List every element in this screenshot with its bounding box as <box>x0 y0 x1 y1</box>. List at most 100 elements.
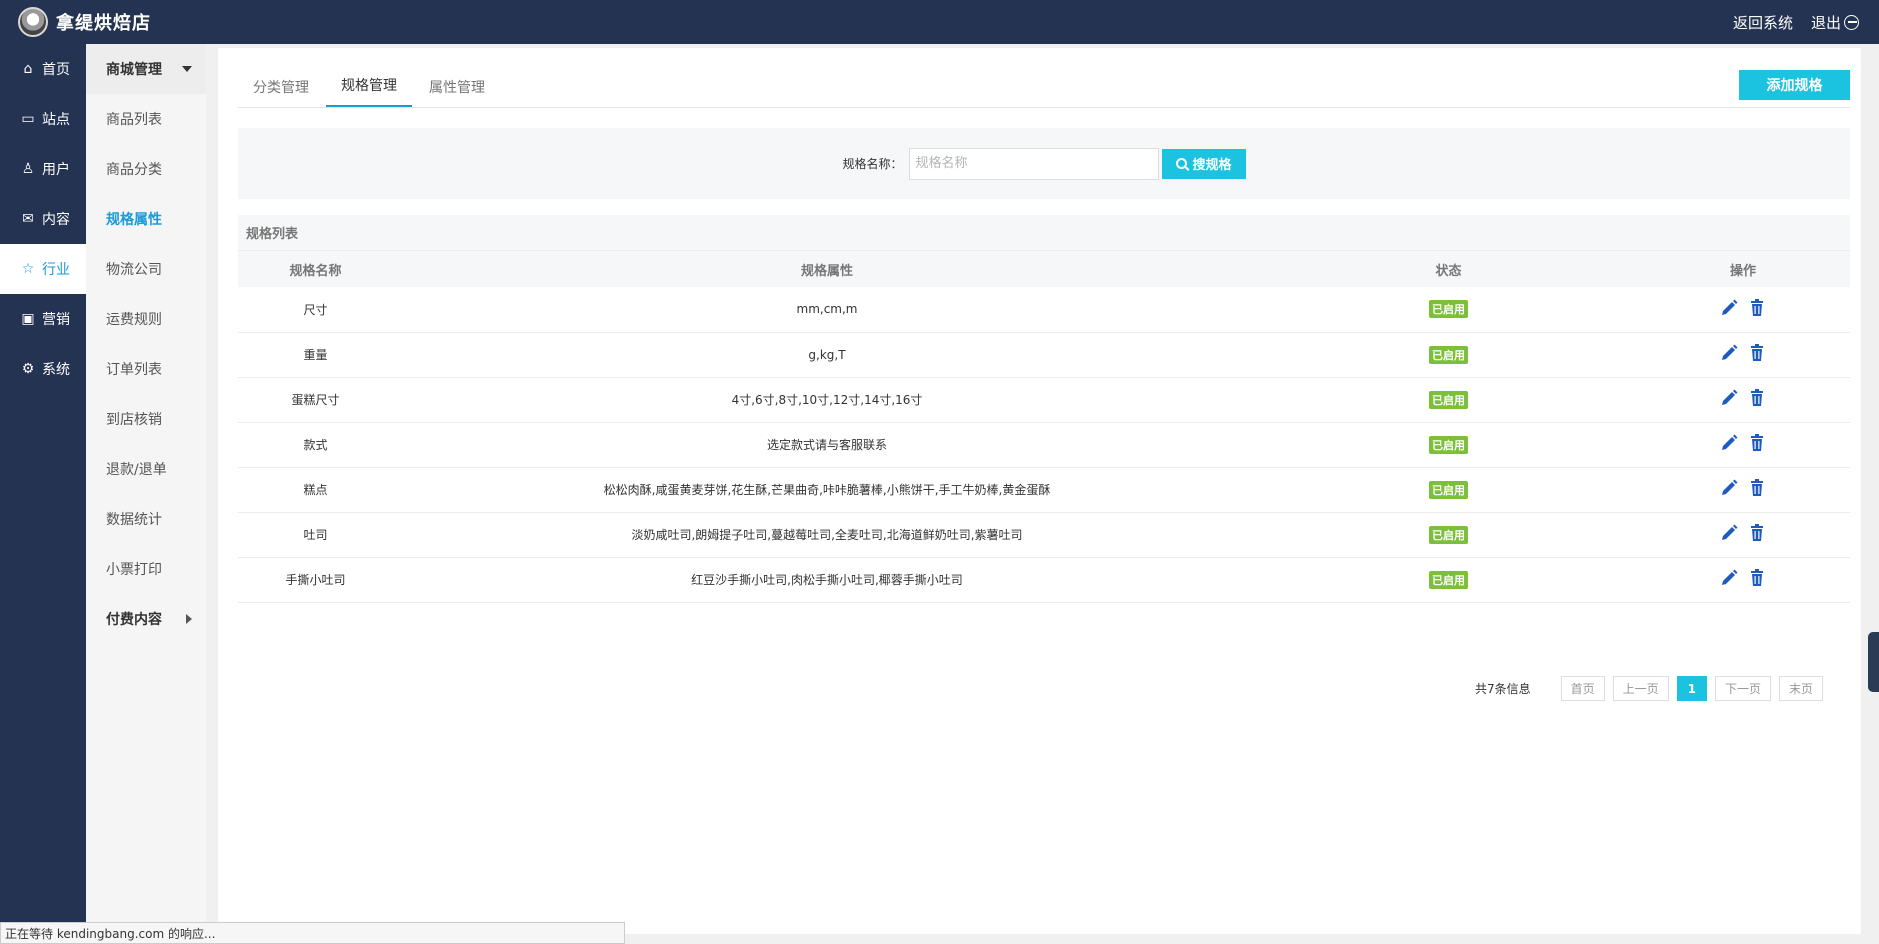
delete-trash-icon[interactable] <box>1747 343 1767 363</box>
tab[interactable]: 属性管理 <box>414 77 500 107</box>
add-spec-button[interactable]: 添加规格 <box>1739 70 1850 100</box>
spec-name-cell: 款式 <box>303 438 328 452</box>
edit-pencil-icon[interactable] <box>1719 388 1739 408</box>
search-button-label: 搜规格 <box>1192 158 1232 173</box>
status-badge: 已启用 <box>1429 435 1468 454</box>
actions-cell <box>1636 332 1850 377</box>
edit-pencil-icon[interactable] <box>1719 523 1739 543</box>
wallet-icon: ▣ <box>21 311 35 327</box>
chevron-down-icon <box>182 66 192 72</box>
status-cell: 已启用 <box>1261 332 1636 377</box>
sub-nav: 商城管理商品列表 商品分类 规格属性 物流公司 运费规则 订单列表 到店核销 退款/退单 数据统… <box>86 44 206 944</box>
status-cell: 已启用 <box>1261 512 1636 557</box>
delete-trash-icon[interactable] <box>1747 388 1767 408</box>
main-nav-item[interactable]: ▭ 站点 <box>0 94 86 144</box>
logout-button[interactable]: 退出 <box>1811 12 1859 33</box>
tab-bar: 分类管理 规格管理 属性管理 <box>238 66 1850 108</box>
subnav-item[interactable]: 退款/退单 <box>86 444 206 494</box>
tab[interactable]: 分类管理 <box>238 77 324 107</box>
current-page-button[interactable]: 1 <box>1676 676 1708 701</box>
subnav-item[interactable]: 数据统计 <box>86 494 206 544</box>
subnav-item[interactable]: 物流公司 <box>86 244 206 294</box>
main-nav-label: 首页 <box>42 62 70 78</box>
main-nav-item[interactable]: ♙ 用户 <box>0 144 86 194</box>
search-panel: 规格名称： 搜规格 <box>238 128 1850 199</box>
search-label: 规格名称： <box>842 157 903 171</box>
table-row: 手撕小吐司 红豆沙手撕小吐司,肉松手撕小吐司,椰蓉手撕小吐司 已启用 <box>238 557 1850 602</box>
delete-trash-icon[interactable] <box>1747 478 1767 498</box>
status-cell: 已启用 <box>1261 377 1636 422</box>
first-page-button[interactable]: 首页 <box>1560 676 1605 701</box>
table-body: 尺寸 mm,cm,m 已启用 重量 g,kg,T 已启用 蛋糕尺寸 4寸,6寸,8寸,10寸,… <box>238 287 1850 602</box>
spec-attrs-cell: 红豆沙手撕小吐司,肉松手撕小吐司,椰蓉手撕小吐司 <box>691 573 963 587</box>
main-nav-label: 用户 <box>42 162 70 178</box>
pagination: 共7条信息 首页 上一页 1 下一页 末页 <box>1475 676 1824 701</box>
main-nav-item[interactable]: ▣ 营销 <box>0 294 86 344</box>
table-row: 款式 选定款式请与客服联系 已启用 <box>238 422 1850 467</box>
spec-attrs-cell: 淡奶咸吐司,朗姆提子吐司,蔓越莓吐司,全麦吐司,北海道鲜奶吐司,紫薯吐司 <box>631 528 1023 542</box>
subnav-item[interactable]: 规格属性 <box>86 194 206 244</box>
pagination-info: 共7条信息 <box>1475 682 1531 696</box>
spec-attrs-cell: 4寸,6寸,8寸,10寸,12寸,14寸,16寸 <box>731 393 923 407</box>
subnav-item[interactable]: 商品分类 <box>86 144 206 194</box>
main-nav-item[interactable]: ☆ 行业 <box>0 244 86 294</box>
status-badge: 已启用 <box>1429 345 1468 364</box>
spec-name-cell: 重量 <box>303 348 328 362</box>
table-row: 重量 g,kg,T 已启用 <box>238 332 1850 377</box>
subnav-item[interactable]: 运费规则 <box>86 294 206 344</box>
last-page-button[interactable]: 末页 <box>1779 676 1824 701</box>
search-icon <box>1175 158 1187 169</box>
actions-cell <box>1636 377 1850 422</box>
edit-pencil-icon[interactable] <box>1719 478 1739 498</box>
subnav-item[interactable]: 商品列表 <box>86 94 206 144</box>
status-cell: 已启用 <box>1261 422 1636 467</box>
main-nav-item[interactable]: ✉ 内容 <box>0 194 86 244</box>
main-nav-label: 营销 <box>42 312 70 328</box>
subnav-paid-content[interactable]: 付费内容 <box>86 594 206 644</box>
subnav-header-shop[interactable]: 商城管理 <box>86 44 206 94</box>
edit-pencil-icon[interactable] <box>1719 568 1739 588</box>
inbox-icon: ✉ <box>22 211 34 227</box>
main-nav-item[interactable]: ⚙ 系统 <box>0 344 86 394</box>
status-cell: 已启用 <box>1261 557 1636 602</box>
spec-attrs-cell: 松松肉酥,咸蛋黄麦芽饼,花生酥,芒果曲奇,咔咔脆薯棒,小熊饼干,手工牛奶棒,黄金… <box>603 483 1051 497</box>
brand-name: 拿缇烘焙店 <box>56 13 151 34</box>
brand[interactable]: 拿缇烘焙店 <box>0 7 151 37</box>
delete-trash-icon[interactable] <box>1747 568 1767 588</box>
back-to-system-link[interactable]: 返回系统 <box>1733 12 1793 33</box>
prev-page-button[interactable]: 上一页 <box>1612 676 1669 701</box>
spec-name-cell: 手撕小吐司 <box>285 573 346 587</box>
edit-pencil-icon[interactable] <box>1719 298 1739 318</box>
actions-cell <box>1636 287 1850 332</box>
main-nav-label: 站点 <box>42 112 70 128</box>
edit-pencil-icon[interactable] <box>1719 433 1739 453</box>
next-page-button[interactable]: 下一页 <box>1715 676 1772 701</box>
spec-list-panel: 规格列表 规格名称 规格属性 状态 操作 尺寸 mm,cm,m 已启用 重量 g,kg,… <box>238 215 1850 603</box>
actions-cell <box>1636 557 1850 602</box>
search-button[interactable]: 搜规格 <box>1161 148 1246 179</box>
side-drawer-handle[interactable] <box>1868 632 1879 692</box>
subnav-item[interactable]: 小票打印 <box>86 544 206 594</box>
tab[interactable]: 规格管理 <box>326 75 412 107</box>
main-nav-item[interactable]: ⌂ 首页 <box>0 44 86 94</box>
subnav-item[interactable]: 订单列表 <box>86 344 206 394</box>
table-header-row: 规格名称 规格属性 状态 操作 <box>238 251 1850 287</box>
table-row: 蛋糕尺寸 4寸,6寸,8寸,10寸,12寸,14寸,16寸 已启用 <box>238 377 1850 422</box>
delete-trash-icon[interactable] <box>1747 523 1767 543</box>
col-header-attrs: 规格属性 <box>800 263 853 279</box>
subnav-item[interactable]: 到店核销 <box>86 394 206 444</box>
col-header-status: 状态 <box>1435 263 1462 279</box>
content-panel: 分类管理规格管理属性管理 添加规格 规格名称： 搜规格 规格列表 规格名称 规格… <box>218 48 1861 934</box>
spec-name-cell: 蛋糕尺寸 <box>291 393 340 407</box>
logout-label: 退出 <box>1810 13 1841 32</box>
brand-logo <box>18 7 48 37</box>
status-badge: 已启用 <box>1429 390 1468 409</box>
subnav-header-label: 商城管理 <box>106 62 162 78</box>
table-row: 吐司 淡奶咸吐司,朗姆提子吐司,蔓越莓吐司,全麦吐司,北海道鲜奶吐司,紫薯吐司 已启… <box>238 512 1850 557</box>
spec-name-input[interactable] <box>908 147 1159 180</box>
status-badge: 已启用 <box>1429 300 1468 319</box>
top-actions: 返回系统 退出 <box>1715 12 1879 33</box>
delete-trash-icon[interactable] <box>1747 298 1767 318</box>
delete-trash-icon[interactable] <box>1747 433 1767 453</box>
edit-pencil-icon[interactable] <box>1719 343 1739 363</box>
